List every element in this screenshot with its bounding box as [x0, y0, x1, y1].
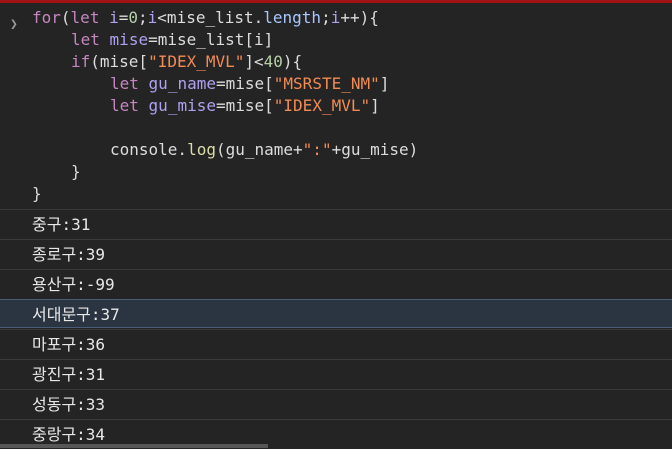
code-token: =mise_list[i] — [148, 30, 274, 49]
code-line: } — [32, 183, 42, 205]
code-token: ] — [379, 74, 390, 93]
code-line: for(let i=0;i<mise_list.length;i++){ — [32, 7, 379, 29]
code-token: =mise[ — [215, 96, 274, 115]
code-token: console. — [110, 140, 188, 159]
code-line: let gu_name=mise["MSRSTE_NM"] — [110, 73, 389, 95]
code-token: +gu_mise) — [331, 140, 419, 159]
code-token: = — [118, 8, 129, 27]
code-token: (mise[ — [90, 52, 149, 71]
code-line: console.log(gu_name+":"+gu_mise) — [110, 139, 418, 161]
code-token: log — [187, 140, 216, 159]
code-token: "IDEX_MVL" — [148, 52, 245, 71]
chevron-right-icon: ❯ — [10, 17, 18, 32]
code-token: 0 — [128, 8, 139, 27]
code-token: } — [71, 162, 81, 181]
code-line: let gu_mise=mise["IDEX_MVL"] — [110, 95, 380, 117]
output-text: 마포구:36 — [32, 335, 106, 354]
console-output-row[interactable]: 용산구:-99 — [0, 269, 672, 298]
code-token: <mise_list. — [157, 8, 264, 27]
code-token: =mise[ — [215, 74, 274, 93]
code-token: 40 — [263, 52, 283, 71]
code-token: let — [110, 96, 139, 115]
code-token: gu_name — [148, 74, 216, 93]
code-token: ++){ — [340, 8, 379, 27]
code-token: if — [71, 52, 91, 71]
code-token: ( — [60, 8, 71, 27]
code-token: ] — [370, 96, 380, 115]
horizontal-scrollbar[interactable] — [0, 444, 268, 448]
code-token: ]< — [244, 52, 264, 71]
code-token: i — [147, 8, 158, 27]
output-text: 용산구:-99 — [32, 275, 115, 294]
code-token: for — [32, 8, 61, 27]
output-text: 중구:31 — [32, 215, 91, 234]
output-text: 서대문구:37 — [32, 305, 120, 324]
code-token: ){ — [282, 52, 303, 71]
code-token: gu_mise — [148, 96, 216, 115]
code-token: "MSRSTE_NM" — [273, 74, 380, 93]
code-token: ; — [138, 8, 148, 27]
code-token: "IDEX_MVL" — [273, 96, 371, 115]
top-accent-bar — [0, 0, 672, 3]
code-token: let — [70, 8, 100, 27]
console-output-row[interactable]: 광진구:31 — [0, 359, 672, 388]
console-output-row[interactable]: 서대문구:37 — [0, 299, 672, 328]
code-token: let — [110, 74, 139, 93]
output-text: 종로구:39 — [32, 245, 106, 264]
code-line: if(mise["IDEX_MVL"]<40){ — [71, 51, 302, 73]
code-line: let mise=mise_list[i] — [71, 29, 273, 51]
code-token: } — [32, 184, 42, 203]
code-token: ; — [321, 8, 331, 27]
code-token: let — [71, 30, 100, 49]
output-text: 광진구:31 — [32, 365, 106, 384]
console-output-row[interactable]: 중구:31 — [0, 209, 672, 238]
code-token: i — [330, 8, 341, 27]
code-line: } — [71, 161, 81, 183]
console-output-row[interactable]: 성동구:33 — [0, 389, 672, 418]
code-token: length — [263, 8, 322, 27]
code-token: (gu_name+ — [215, 140, 303, 159]
console-output-row[interactable]: 마포구:36 — [0, 329, 672, 358]
code-token: ":" — [302, 140, 332, 159]
console-output-row[interactable]: 종로구:39 — [0, 239, 672, 268]
code-token: mise — [109, 30, 149, 49]
code-token: i — [109, 8, 119, 27]
output-text: 성동구:33 — [32, 395, 106, 414]
